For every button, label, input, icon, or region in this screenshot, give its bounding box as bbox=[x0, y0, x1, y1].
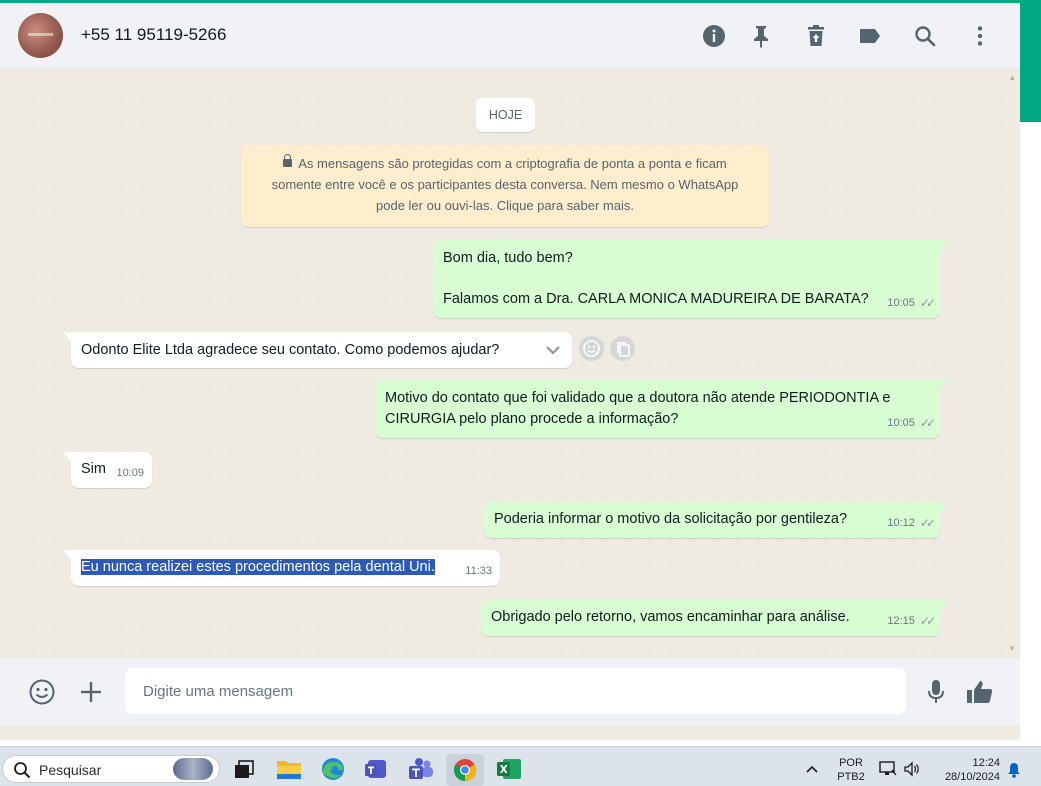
language-indicator[interactable]: POR PTB2 bbox=[835, 756, 867, 784]
message-time: 10:09 bbox=[116, 467, 144, 479]
chat-header: +55 11 95119-5266 bbox=[0, 3, 1020, 68]
message-text: Sim bbox=[81, 461, 106, 477]
message-text: Obrigado pelo retorno, vamos encaminhar … bbox=[491, 609, 850, 625]
edge-icon[interactable] bbox=[320, 757, 346, 781]
message-text: Motivo do contato que foi validado que a… bbox=[385, 390, 891, 406]
message-outgoing[interactable]: Obrigado pelo retorno, vamos encaminhar … bbox=[481, 600, 948, 636]
clock[interactable]: 12:24 28/10/2024 bbox=[928, 756, 1000, 784]
copy-icon[interactable] bbox=[610, 336, 635, 361]
keyboard-layout: PTB2 bbox=[837, 771, 865, 783]
volume-icon[interactable] bbox=[903, 761, 921, 782]
message-outgoing[interactable]: Poderia informar o motivo da solicitação… bbox=[484, 502, 948, 538]
emoji-icon[interactable] bbox=[27, 677, 57, 707]
microphone-icon[interactable] bbox=[921, 677, 951, 707]
message-text: Poderia informar o motivo da solicitação… bbox=[494, 511, 848, 527]
attach-plus-icon[interactable] bbox=[76, 677, 106, 707]
message-time: 11:33 bbox=[465, 565, 492, 577]
message-input[interactable] bbox=[125, 668, 906, 714]
message-time: 10:12 bbox=[887, 517, 915, 529]
message-outgoing[interactable]: Motivo do contato que foi validado que a… bbox=[375, 380, 948, 438]
react-emoji-icon[interactable] bbox=[579, 336, 604, 361]
message-time: 10:05 bbox=[887, 417, 915, 429]
date-chip: HOJE bbox=[476, 98, 535, 132]
double-check-icon: ✓✓ bbox=[919, 614, 936, 628]
search-icon[interactable] bbox=[912, 23, 938, 49]
thumbs-up-icon[interactable] bbox=[965, 677, 995, 707]
label-icon[interactable] bbox=[857, 23, 883, 49]
excel-icon[interactable] bbox=[496, 757, 522, 781]
composer bbox=[0, 658, 1020, 726]
chrome-icon bbox=[454, 759, 476, 781]
message-text-selected: Eu nunca realizei estes procedimentos pe… bbox=[81, 559, 435, 575]
contact-name[interactable]: +55 11 95119-5266 bbox=[81, 25, 226, 45]
encryption-notice-text: As mensagens são protegidas com a cripto… bbox=[271, 156, 739, 213]
windows-taskbar: Pesquisar POR PTB2 12:24 28/10/2024 bbox=[0, 746, 1041, 786]
message-text: Bom dia, tudo bem? bbox=[443, 250, 573, 266]
clock-date: 28/10/2024 bbox=[944, 771, 1000, 783]
background-window-edge bbox=[1020, 0, 1041, 746]
message-text: Falamos com a Dra. CARLA MONICA MADUREIR… bbox=[443, 291, 869, 307]
search-highlight-image bbox=[173, 758, 213, 780]
task-view-icon[interactable] bbox=[231, 757, 257, 781]
chat-scrollbar[interactable] bbox=[1010, 72, 1018, 654]
delete-icon[interactable] bbox=[803, 23, 829, 49]
message-time: 10:05 bbox=[887, 297, 915, 309]
pin-icon[interactable] bbox=[748, 23, 774, 49]
taskbar-search[interactable]: Pesquisar bbox=[2, 755, 220, 783]
notification-bell-icon[interactable] bbox=[1007, 762, 1021, 783]
message-incoming[interactable]: Eu nunca realizei estes procedimentos pe… bbox=[63, 550, 500, 586]
clock-time: 12:24 bbox=[972, 757, 1000, 769]
network-icon[interactable] bbox=[879, 761, 897, 782]
message-text: CIRURGIA pelo plano procede a informação… bbox=[385, 411, 679, 427]
language-code: POR bbox=[839, 757, 863, 769]
message-incoming[interactable]: Odonto Elite Ltda agradece seu contato. … bbox=[63, 332, 572, 368]
double-check-icon: ✓✓ bbox=[919, 416, 936, 430]
whatsapp-window: +55 11 95119-5266 HOJE As mensagens são … bbox=[0, 0, 1020, 740]
lock-icon bbox=[283, 154, 293, 167]
chrome-taskbar-item[interactable] bbox=[446, 754, 484, 786]
search-label: Pesquisar bbox=[39, 762, 102, 778]
message-incoming[interactable]: Sim 10:09 bbox=[63, 452, 152, 488]
info-icon[interactable] bbox=[701, 23, 727, 49]
encryption-notice[interactable]: As mensagens são protegidas com a cripto… bbox=[241, 145, 769, 227]
message-outgoing[interactable]: Bom dia, tudo bem? Falamos com a Dra. CA… bbox=[433, 240, 948, 318]
chevron-down-icon[interactable] bbox=[544, 341, 562, 365]
double-check-icon: ✓✓ bbox=[919, 516, 936, 530]
teams-icon[interactable] bbox=[364, 757, 390, 781]
search-icon bbox=[13, 761, 31, 784]
message-time: 12:15 bbox=[887, 615, 915, 627]
menu-icon[interactable] bbox=[967, 23, 993, 49]
chevron-up-icon[interactable] bbox=[805, 761, 819, 779]
avatar[interactable] bbox=[18, 13, 63, 58]
message-text: Odonto Elite Ltda agradece seu contato. … bbox=[81, 342, 500, 358]
teams-chat-icon[interactable] bbox=[408, 757, 434, 781]
file-explorer-icon[interactable] bbox=[276, 757, 302, 781]
double-check-icon: ✓✓ bbox=[919, 296, 936, 310]
